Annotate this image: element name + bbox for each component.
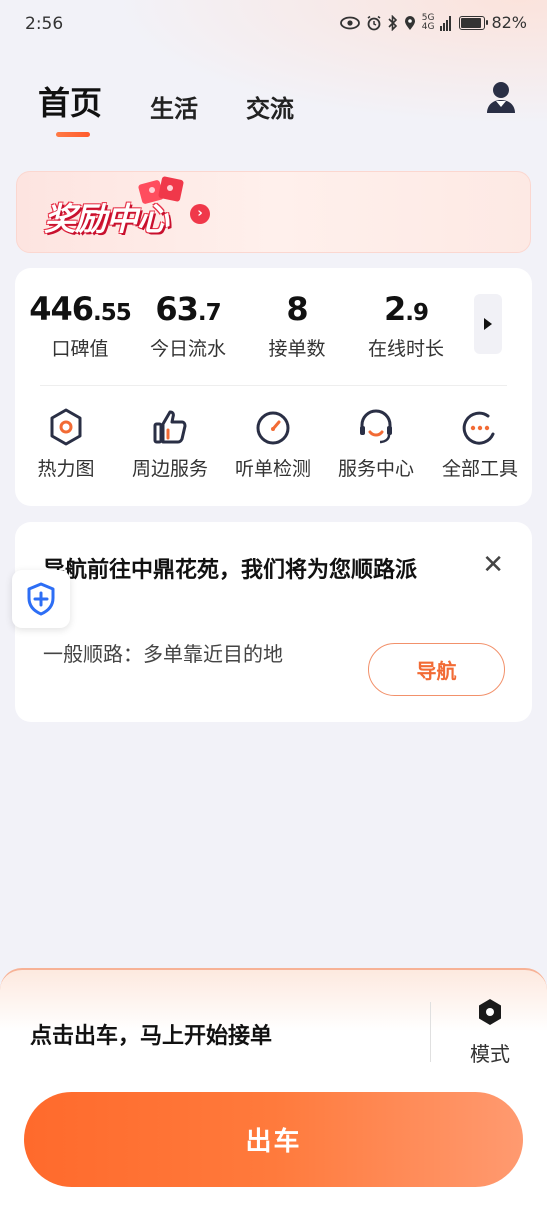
tab-home[interactable]: 首页: [38, 78, 102, 137]
eye-icon: [339, 16, 360, 29]
stat-daily-revenue[interactable]: 63.7 今日流水: [133, 290, 243, 361]
alarm-icon: [367, 15, 381, 30]
location-icon: [404, 15, 415, 30]
top-tabs: 首页 生活 交流: [38, 78, 294, 137]
mode-hexagon-icon: [479, 999, 501, 1025]
stat-label: 接单数: [268, 338, 326, 360]
stat-value: 446.55: [29, 290, 132, 328]
stat-label: 今日流水: [149, 338, 226, 360]
vertical-divider: [430, 1002, 431, 1062]
go-online-panel: 点击出车，马上开始接单 模式 出车: [0, 968, 547, 1216]
nav-card-subtitle: 一般顺路：多单靠近目的地: [43, 642, 283, 666]
navigate-button[interactable]: 导航: [368, 643, 505, 696]
reward-arrow-icon: ›: [190, 204, 210, 224]
headset-icon: [360, 409, 392, 444]
tool-heatmap[interactable]: 热力图: [16, 408, 116, 481]
network-type-icon: 5G 4G: [421, 12, 435, 32]
stat-reputation[interactable]: 446.55 口碑值: [25, 290, 135, 361]
tool-label: 全部工具: [441, 458, 518, 480]
tool-label: 周边服务: [131, 458, 208, 480]
divider: [40, 385, 507, 386]
stat-online-hours[interactable]: 2.9 在线时长: [351, 290, 461, 361]
more-dots-icon: [462, 411, 495, 445]
status-bar: 2:56 5G 4G 82%: [0, 0, 547, 48]
stat-label: 在线时长: [367, 338, 444, 360]
mode-button[interactable]: 模式: [460, 998, 520, 1067]
battery-percent: 82%: [491, 13, 527, 32]
navigation-suggestion-card: 导航前往中鼎花苑，我们将为您顺路派 ✕ 一般顺路：多单靠近目的地 导航: [15, 522, 532, 722]
tool-service-center[interactable]: 服务中心: [326, 408, 426, 481]
go-online-button[interactable]: 出车: [24, 1092, 523, 1187]
go-online-prompt: 点击出车，马上开始接单: [30, 1024, 273, 1049]
safety-shield-button[interactable]: [12, 570, 70, 628]
status-time: 2:56: [25, 14, 64, 34]
signal-icon: [440, 15, 452, 31]
thumbs-up-icon: [153, 410, 187, 444]
close-icon[interactable]: ✕: [482, 550, 504, 580]
stat-value: 63.7: [155, 290, 221, 328]
stat-value: 8: [286, 290, 308, 328]
stat-label: 口碑值: [51, 338, 109, 360]
tab-community[interactable]: 交流: [246, 89, 294, 124]
reward-title: 奖励中心: [44, 200, 169, 238]
stats-card: 446.55 口碑值 63.7 今日流水 8 接单数 2.9 在线时长 热力图 …: [15, 268, 532, 506]
tool-all-tools[interactable]: 全部工具: [430, 408, 530, 481]
stat-order-count[interactable]: 8 接单数: [242, 290, 352, 361]
tool-order-detection[interactable]: 听单检测: [223, 408, 323, 481]
gauge-icon: [256, 411, 290, 445]
stat-value: 2.9: [383, 290, 429, 328]
shield-plus-icon: [27, 582, 55, 616]
tool-nearby-services[interactable]: 周边服务: [120, 408, 220, 481]
nav-card-title: 导航前往中鼎花苑，我们将为您顺路派: [43, 558, 418, 583]
tool-label: 服务中心: [337, 458, 414, 480]
bluetooth-icon: [388, 14, 397, 31]
play-arrow-icon: [484, 318, 492, 330]
tab-life[interactable]: 生活: [150, 89, 198, 124]
stats-more-button[interactable]: [474, 294, 502, 354]
reward-center-banner[interactable]: 奖励中心 ›: [16, 171, 531, 253]
battery-icon: [459, 15, 489, 30]
tool-label: 热力图: [37, 458, 95, 480]
status-icons: 5G 4G 82%: [339, 12, 527, 32]
profile-icon[interactable]: [485, 80, 517, 114]
tool-label: 听单检测: [234, 458, 311, 480]
mode-label: 模式: [470, 1042, 510, 1066]
heatmap-icon: [50, 408, 82, 446]
